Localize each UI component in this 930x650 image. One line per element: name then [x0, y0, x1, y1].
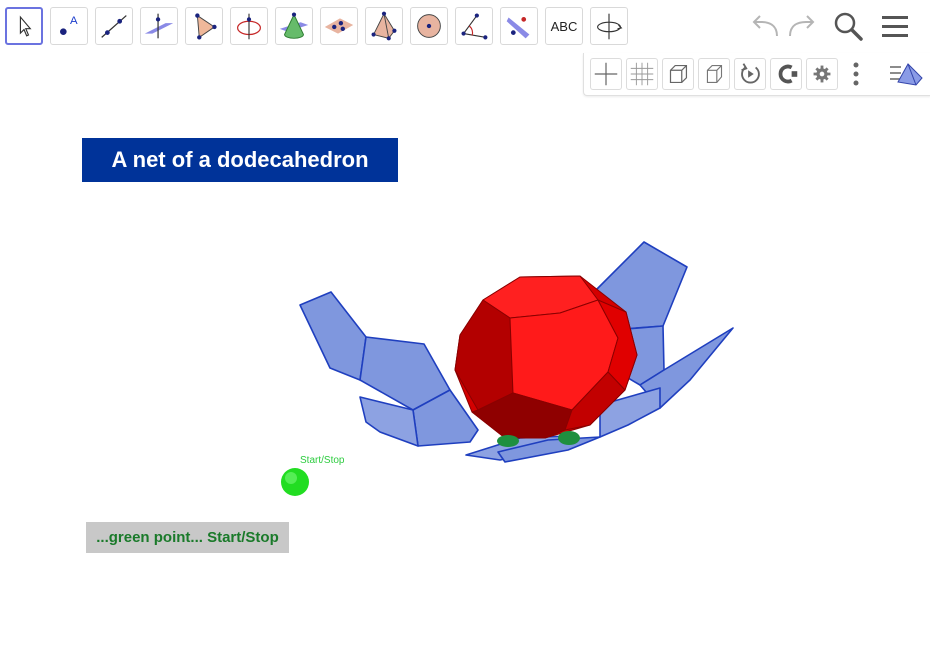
solid-face: [454, 299, 514, 411]
hint-text: ...green point... Start/Stop: [86, 522, 289, 553]
start-stop-label: Start/Stop: [300, 455, 345, 466]
net-face: [299, 291, 367, 381]
hinge-point: [497, 435, 519, 447]
hinge-point: [558, 431, 580, 445]
start-stop-point-highlight: [285, 472, 297, 484]
page-title: A net of a dodecahedron: [82, 138, 398, 182]
